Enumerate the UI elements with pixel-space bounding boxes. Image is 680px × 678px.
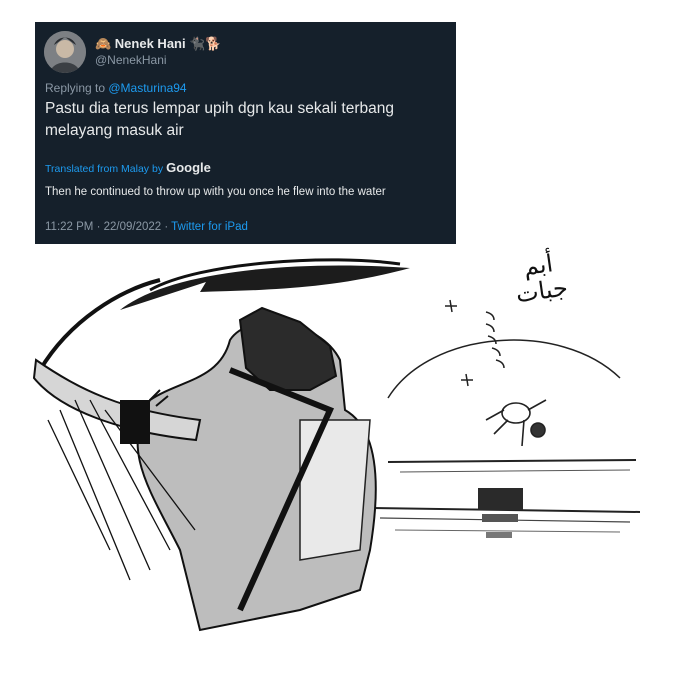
sound-effect-text: أبم جبات (514, 249, 570, 309)
mention-link[interactable]: @Masturina94 (108, 81, 186, 95)
source-link[interactable]: Twitter for iPad (171, 221, 248, 233)
tweet-card[interactable]: 🙈 Nenek Hani 🐈‍⬛🐕 @NenekHani Replying to… (35, 22, 456, 244)
google-logo: Google (166, 160, 211, 175)
tweet-text: Pastu dia terus lempar upih dgn kau seka… (45, 100, 394, 139)
translated-from-label[interactable]: Translated from Malay by Google (45, 160, 211, 175)
avatar-image (44, 31, 86, 73)
comic-drawing (32, 258, 641, 632)
replying-to: Replying to @Masturina94 (45, 81, 187, 95)
user-handle[interactable]: @NenekHani (95, 53, 167, 67)
timestamp[interactable]: 11:22 PM · 22/09/2022 · (45, 221, 171, 233)
translated-label: Translated from Malay by (45, 163, 164, 175)
tweet-meta: 11:22 PM · 22/09/2022 · Twitter for iPad (45, 221, 248, 233)
replying-label: Replying to (45, 81, 109, 95)
avatar[interactable] (44, 31, 86, 73)
translation-text: Then he continued to throw up with you o… (45, 186, 386, 198)
display-name[interactable]: 🙈 Nenek Hani 🐈‍⬛🐕 (95, 36, 222, 52)
meme-image: 🙈 Nenek Hani 🐈‍⬛🐕 @NenekHani Replying to… (0, 0, 680, 678)
